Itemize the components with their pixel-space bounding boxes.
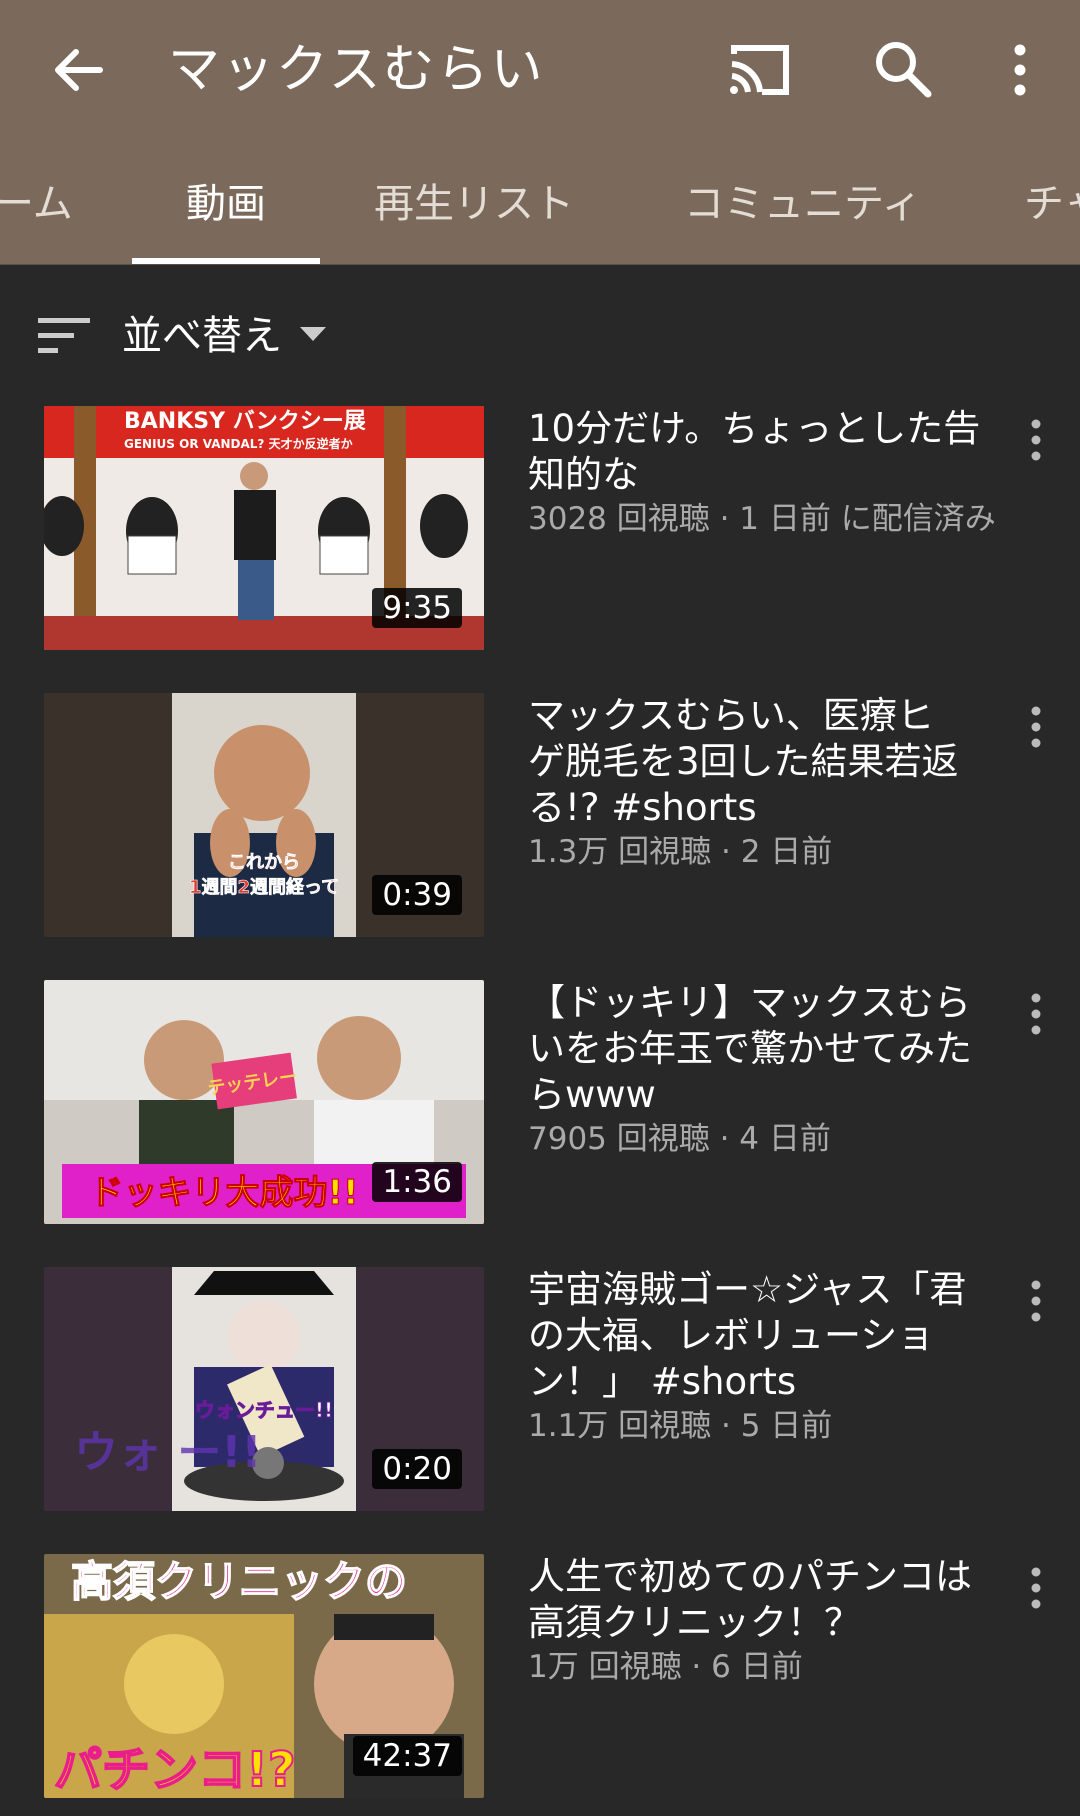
tab-community[interactable]: コミュニティ [684, 176, 922, 232]
video-title-line: 高須クリニック！？ [528, 1601, 861, 1644]
more-vert-icon[interactable] [1022, 1273, 1050, 1329]
arrow-back-icon[interactable] [48, 40, 108, 100]
app-bar: マックスむらい [0, 0, 1080, 140]
channel-tabs: ーム 動画 再生リスト コミュニティ チャ [0, 140, 1080, 265]
tab-playlists[interactable]: 再生リスト [374, 176, 574, 232]
video-duration: 42:37 [352, 1736, 462, 1776]
thumb-caption: ドッキリ大成功!! [89, 1173, 358, 1213]
video-meta: 1.1万 回視聴 · 5 日前 [528, 1408, 833, 1444]
video-title[interactable]: マックスむらい、医療ヒ ゲ脱毛を3回した結果若返 る!? #shorts [528, 693, 1008, 831]
video-meta: 1.3万 回視聴 · 2 日前 [528, 834, 833, 870]
video-title-line: 【ドッキリ】マックスむら [528, 981, 971, 1024]
video-thumbnail[interactable]: これから 1週間2週間経って 0:39 [44, 693, 484, 937]
video-duration: 0:20 [372, 1449, 462, 1489]
channel-title: マックスむらい [168, 40, 545, 100]
video-meta: 7905 回視聴 · 4 日前 [528, 1121, 831, 1157]
video-thumbnail[interactable]: 高須クリニックの パチンコ!? 42:37 [44, 1554, 484, 1798]
thumb-caption: これから [228, 852, 300, 873]
more-vert-icon[interactable] [1022, 412, 1050, 468]
video-item[interactable]: ウォンチュー!! ウォ ー!! 0:20 宇宙海賊ゴー☆ジャス「君 の大福、レボ… [0, 1267, 1080, 1517]
more-vert-icon[interactable] [1022, 1560, 1050, 1616]
video-title[interactable]: 【ドッキリ】マックスむら いをお年玉で驚かせてみた らwww [528, 980, 1008, 1118]
sort-icon [38, 318, 90, 353]
video-thumbnail[interactable]: BANKSY バンクシー展 GENIUS OR VANDAL? 天才か反逆者か … [44, 406, 484, 650]
more-vert-icon[interactable] [1022, 986, 1050, 1042]
video-title-line: らwww [528, 1073, 656, 1116]
video-title-line: の大福、レボリューショ [528, 1314, 935, 1357]
tab-videos[interactable]: 動画 [186, 176, 266, 232]
more-vert-icon[interactable] [1022, 699, 1050, 755]
active-tab-indicator [132, 258, 320, 264]
video-title[interactable]: 人生で初めてのパチンコは 高須クリニック！？ [528, 1554, 1008, 1646]
video-title-line: る!? #shorts [528, 786, 757, 829]
sort-label: 並べ替え [122, 313, 282, 359]
video-title[interactable]: 10分だけ。ちょっとした告 知的な [528, 406, 1008, 498]
thumb-caption: ウォ ー!! [74, 1427, 261, 1478]
video-title-line: マックスむらい、医療ヒ [528, 694, 934, 737]
sort-button[interactable]: 並べ替え [0, 300, 1080, 376]
cast-icon[interactable] [724, 36, 792, 104]
thumb-caption: パチンコ!? [54, 1742, 296, 1798]
more-vert-icon[interactable] [1000, 36, 1040, 104]
video-item[interactable]: 高須クリニックの パチンコ!? 42:37 人生で初めてのパチンコは 高須クリニ… [0, 1554, 1080, 1804]
video-thumbnail[interactable]: ウォンチュー!! ウォ ー!! 0:20 [44, 1267, 484, 1511]
video-item[interactable]: BANKSY バンクシー展 GENIUS OR VANDAL? 天才か反逆者か … [0, 406, 1080, 656]
tab-home[interactable]: ーム [0, 176, 73, 232]
video-title-line: ン！」 #shorts [528, 1360, 797, 1403]
video-duration: 9:35 [372, 588, 462, 628]
video-title[interactable]: 宇宙海賊ゴー☆ジャス「君 の大福、レボリューショ ン！」 #shorts [528, 1267, 1008, 1405]
search-icon[interactable] [870, 36, 938, 104]
caret-down-icon [300, 327, 326, 341]
video-title-line: 人生で初めてのパチンコは [528, 1555, 972, 1598]
video-duration: 0:39 [372, 875, 462, 915]
video-item[interactable]: テッテレー ドッキリ大成功!! 1:36 【ドッキリ】マックスむら いをお年玉で… [0, 980, 1080, 1230]
video-thumbnail[interactable]: テッテレー ドッキリ大成功!! 1:36 [44, 980, 484, 1224]
video-title-line: 10分だけ。ちょっとした告 [528, 407, 981, 450]
thumb-caption: 1週間2週間経って [189, 876, 339, 898]
thumb-caption: 高須クリニックの [71, 1557, 407, 1606]
thumb-caption: BANKSY バンクシー展 [124, 409, 366, 434]
video-title-line: 宇宙海賊ゴー☆ジャス「君 [528, 1268, 967, 1311]
video-title-line: いをお年玉で驚かせてみた [528, 1027, 972, 1070]
tab-channels[interactable]: チャ [1024, 176, 1080, 232]
video-duration: 1:36 [372, 1162, 462, 1202]
video-item[interactable]: これから 1週間2週間経って 0:39 マックスむらい、医療ヒ ゲ脱毛を3回した… [0, 693, 1080, 943]
video-meta: 1万 回視聴 · 6 日前 [528, 1649, 803, 1685]
thumb-caption: GENIUS OR VANDAL? 天才か反逆者か [124, 436, 353, 451]
thumb-caption: ウォンチュー!! [195, 1398, 333, 1422]
video-title-line: 知的な [528, 453, 639, 496]
video-meta: 3028 回視聴 · 1 日前 に配信済み [528, 501, 996, 537]
video-title-line: ゲ脱毛を3回した結果若返 [528, 740, 959, 783]
